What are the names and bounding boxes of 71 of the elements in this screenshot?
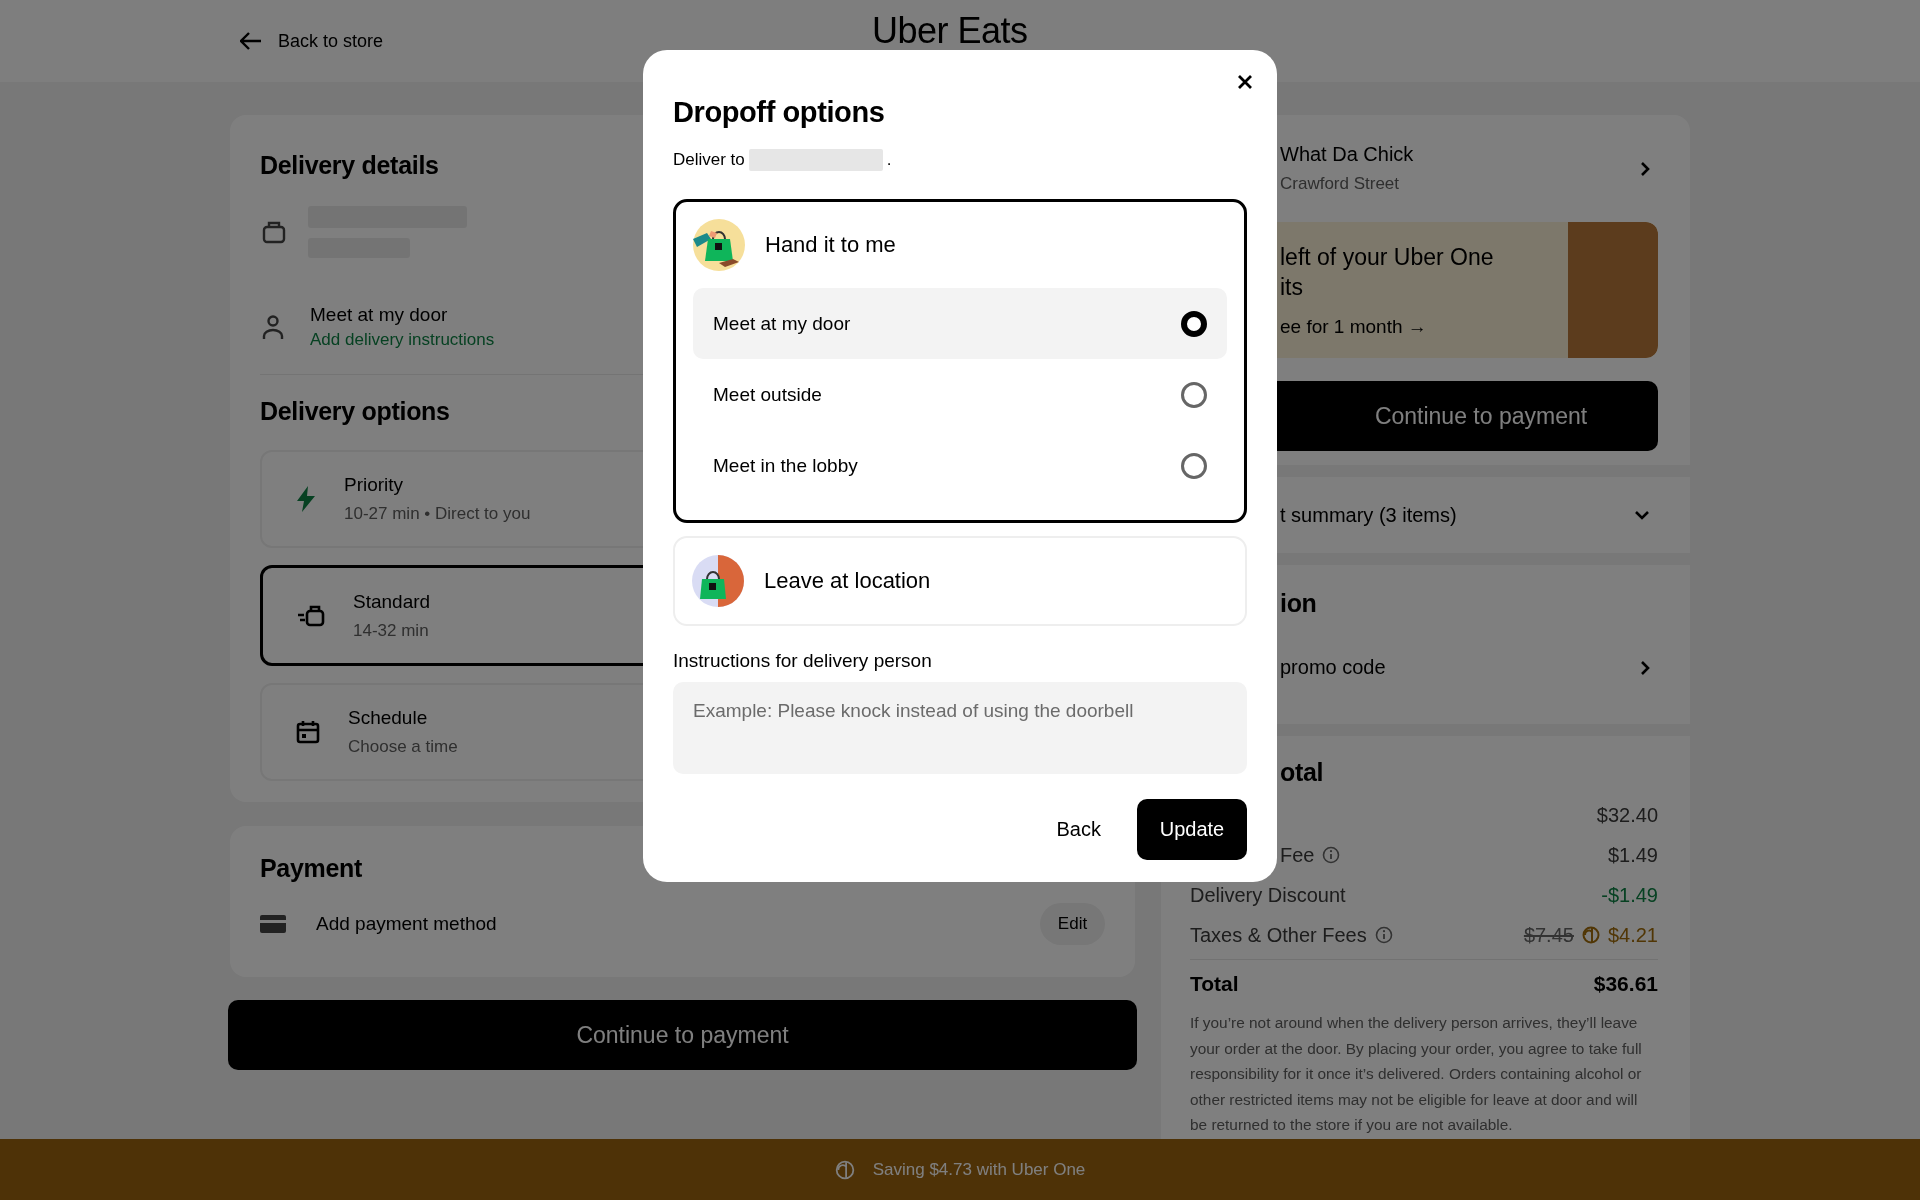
uber-one-icon [1581,926,1600,944]
radio-button[interactable] [1181,310,1207,337]
instructions-field[interactable]: Example: Please knock instead of using the doorbell [673,682,1247,774]
fee-label: Taxes & Other Fees [1190,923,1367,947]
disclaimer-text: If you’re not around when the delivery person arrives, they’ll leave your order at the door. By placing your order, you agree to take full responsibility for it once it’s delivered. Orders containing alcohol or other restricted items may not be eligible for leave at door and will be returned to the store if you are not available. [1190,1013,1643,1135]
bag-icon [297,604,325,627]
dropoff-title: Meet at my door [310,304,449,326]
bag-icon [262,220,286,244]
dialog-title: Dropoff options [673,96,886,129]
store-address: Crawford Street [1280,174,1401,194]
edit-button[interactable]: Edit [1040,903,1105,945]
bag-at-door-illustration-icon [692,555,744,607]
info-icon[interactable] [1374,926,1393,944]
fee-value: $32.40 [1596,803,1658,827]
address-suffix: . [886,150,892,170]
radio-button[interactable] [1181,381,1207,408]
logo[interactable]: Uber Eats [872,10,1028,52]
chevron-right-icon[interactable] [1640,160,1650,177]
option-subtitle: Choose a time [348,737,458,757]
section-title: ion [1280,589,1317,618]
original-price: $7.45 [1523,923,1574,947]
promo-text: left of your Uber One [1280,243,1495,272]
group-title: Hand it to me [765,232,896,258]
payment-method[interactable]: Add payment method [316,913,1010,935]
group-title: Leave at location [764,568,931,594]
radio-button[interactable] [1181,452,1207,479]
back-arrow-icon[interactable] [240,32,262,50]
info-icon[interactable] [1322,846,1341,864]
fee-value: $1.49 [1607,843,1658,867]
back-button[interactable]: Back [1036,799,1121,860]
fee-label: Delivery Discount [1190,883,1346,907]
deliver-to-label: Deliver to [673,150,745,170]
dropoff-group[interactable]: Leave at location [673,536,1247,626]
continue-to-payment-button[interactable]: Continue to payment [228,1000,1137,1070]
total-label: Total [1190,972,1239,996]
dropoff-group[interactable]: Hand it to me Meet at my door Meet outside Meet in the lobby [673,199,1247,523]
back-to-store-link[interactable]: Back to store [278,30,384,52]
section-title: Payment [260,854,363,883]
store-name[interactable]: What Da Chick [1280,143,1640,166]
option-label: Meet at my door [713,312,852,335]
chevron-right-icon[interactable] [1640,659,1650,676]
fee-value: $4.21 [1607,923,1658,947]
fee-value: -$1.49 [1601,883,1658,907]
person-icon [262,314,284,340]
option-label: Meet in the lobby [713,454,859,477]
option-subtitle: 10-27 min • Direct to you [344,504,531,524]
option-title: Standard [353,590,431,613]
promo-link[interactable]: ee for 1 month → [1280,316,1568,338]
section-title: Delivery options [260,397,450,426]
section-title: Delivery details [260,151,439,180]
cart-summary-toggle[interactable]: t summary (3 items) [1280,503,1634,527]
dropoff-option[interactable]: Meet at my door [693,288,1227,359]
hand-bag-illustration-icon [693,219,745,271]
lightning-icon [296,486,316,512]
option-subtitle: 14-32 min [353,620,430,641]
chevron-down-icon[interactable] [1634,510,1650,520]
update-button[interactable]: Update [1137,799,1247,860]
total-value: $36.61 [1593,972,1658,996]
option-label: Meet outside [713,383,823,406]
promo-code-link[interactable]: promo code [1280,656,1640,679]
calendar-icon [296,720,320,744]
instructions-label: Instructions for delivery person [673,650,933,672]
promo-text: its [1280,273,1304,302]
credit-card-icon [260,914,286,934]
uber-one-icon [834,1159,855,1180]
option-title: Priority [344,474,405,496]
savings-text: Saving $4.73 with Uber One [872,1159,1086,1180]
option-title: Schedule [348,707,429,729]
add-instructions-link[interactable]: Add delivery instructions [310,330,495,350]
fee-label: Fee [1280,843,1315,867]
section-title: otal [1279,758,1324,787]
